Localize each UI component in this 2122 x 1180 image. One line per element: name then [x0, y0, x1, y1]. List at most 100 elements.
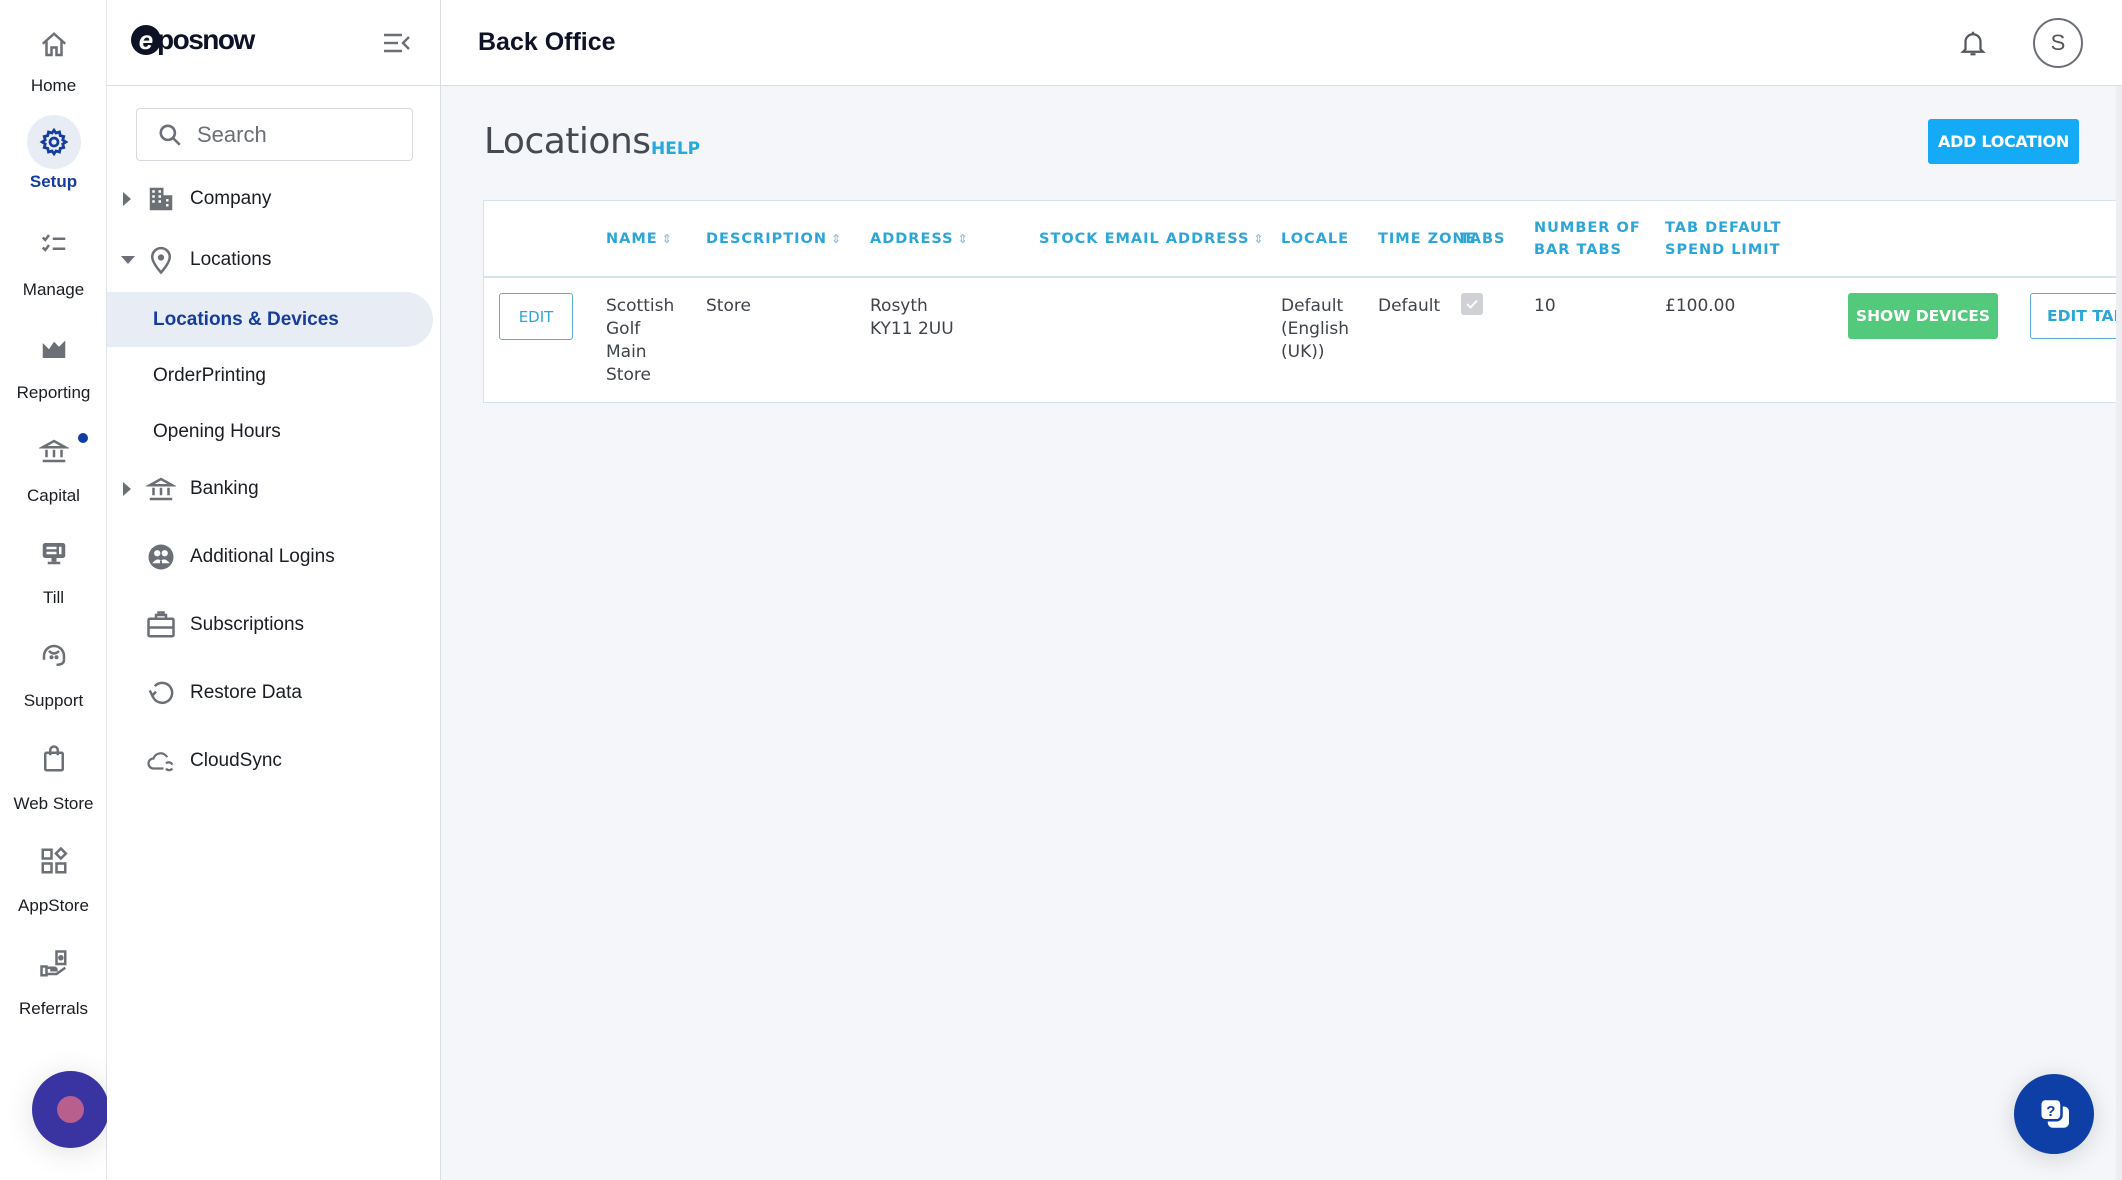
show-devices-button[interactable]: SHOW DEVICES — [1848, 293, 1998, 339]
rail-label: Till — [42, 588, 65, 607]
edit-location-button[interactable]: EDIT — [499, 293, 573, 340]
users-circle-icon — [148, 544, 174, 570]
rail-item-capital[interactable]: Capital — [0, 420, 107, 515]
nav-label: Additional Logins — [190, 546, 335, 567]
sidebar-subitem-opening-hours[interactable]: Opening Hours — [107, 404, 433, 459]
help-chat-icon: ? — [2039, 1097, 2069, 1128]
rail-item-referrals[interactable]: Referrals — [0, 933, 107, 1028]
column-header-stock-email[interactable]: STOCK EMAIL ADDRESS ⇕ — [1039, 228, 1265, 250]
sort-icon: ⇕ — [1253, 232, 1265, 246]
help-link[interactable]: HELP — [651, 139, 700, 159]
shopping-bag-icon — [27, 732, 81, 786]
column-header-name[interactable]: NAME ⇕ — [606, 228, 673, 250]
building-icon — [149, 187, 173, 211]
caret-down-icon[interactable] — [121, 256, 135, 264]
rail-label: Reporting — [16, 383, 91, 402]
rail-item-support[interactable]: Support — [0, 625, 107, 720]
page-scrollbar[interactable] — [2116, 86, 2122, 1180]
checklist-icon — [27, 218, 81, 272]
nav-label: Locations & Devices — [153, 308, 339, 330]
user-avatar[interactable]: S — [2033, 18, 2083, 68]
sort-icon: ⇕ — [957, 232, 969, 246]
cell-locale: Default (English (UK)) — [1281, 296, 1350, 362]
eposnow-logo[interactable]: e posnow — [131, 24, 255, 56]
caret-right-icon[interactable] — [123, 482, 131, 496]
rail-label: Web Store — [13, 794, 94, 813]
sort-icon: ⇕ — [830, 232, 843, 246]
rail-label: Home — [30, 76, 77, 95]
collapse-sidebar-icon[interactable] — [382, 30, 412, 56]
referral-hand-icon — [27, 937, 81, 991]
briefcase-icon — [147, 611, 175, 638]
gear-icon — [26, 115, 81, 169]
rail-item-web-store[interactable]: Web Store — [0, 728, 107, 823]
rail-label: AppStore — [18, 896, 89, 915]
rail-label: Manage — [22, 280, 85, 299]
table-header: NAME ⇕ DESCRIPTION ⇕ ADDRESS ⇕ STOCK EMAIL … — [484, 201, 2122, 278]
sidebar-item-subscriptions[interactable]: Subscriptions — [107, 597, 433, 653]
rail-label: Setup — [29, 172, 78, 191]
nav-label: Banking — [190, 478, 259, 499]
main-content: Locations HELP ADD LOCATION NAME ⇕ DESCRI… — [441, 86, 2122, 1180]
cell-bar-tabs: 10 — [1534, 296, 1556, 316]
locations-table: NAME ⇕ DESCRIPTION ⇕ ADDRESS ⇕ STOCK EMAIL … — [483, 200, 2122, 403]
sidebar-subitem-locations-devices[interactable]: Locations & Devices — [107, 292, 433, 347]
chart-icon — [27, 321, 81, 375]
sidebar-item-additional-logins[interactable]: Additional Logins — [107, 529, 433, 585]
sidebar-item-restore-data[interactable]: Restore Data — [107, 665, 433, 721]
bank-icon — [27, 424, 81, 478]
tabs-checkbox[interactable] — [1461, 293, 1483, 315]
headset-icon — [27, 629, 81, 683]
nav-label: Opening Hours — [153, 420, 281, 442]
rail-item-appstore[interactable]: AppStore — [0, 830, 107, 925]
bank-icon — [146, 477, 176, 501]
sidebar-item-banking[interactable]: Banking — [107, 461, 433, 517]
rail-label: Support — [23, 691, 84, 710]
assistant-launcher-button[interactable] — [32, 1071, 109, 1148]
primary-nav-rail: Home Setup Manage Reporting Capital Till — [0, 0, 109, 1180]
nav-label: Restore Data — [190, 682, 302, 703]
cell-description: Store — [706, 296, 751, 316]
column-header-tabs: TABS — [1460, 231, 1506, 247]
sidebar-search[interactable] — [136, 108, 413, 161]
search-input[interactable] — [197, 121, 397, 148]
app-title: Back Office — [478, 28, 616, 56]
notification-dot — [78, 433, 88, 443]
restore-icon — [148, 681, 174, 705]
rail-item-home[interactable]: Home — [0, 14, 107, 109]
column-header-address[interactable]: ADDRESS ⇕ — [870, 228, 969, 250]
sort-icon: ⇕ — [661, 232, 673, 246]
home-icon — [27, 18, 81, 72]
rail-item-reporting[interactable]: Reporting — [0, 317, 107, 412]
top-header: Back Office S — [441, 0, 2122, 86]
column-header-locale: LOCALE — [1281, 231, 1350, 247]
sidebar-subitem-orderprinting[interactable]: OrderPrinting — [107, 348, 433, 403]
sidebar-item-cloudsync[interactable]: CloudSync — [107, 733, 433, 789]
notifications-bell-icon[interactable] — [1958, 28, 1988, 58]
nav-label: Locations — [190, 249, 272, 270]
apps-icon — [27, 834, 81, 888]
cloud-sync-icon — [147, 752, 174, 772]
rail-label: Referrals — [19, 999, 88, 1018]
sidebar-item-company[interactable]: Company — [107, 171, 433, 227]
check-icon — [1466, 299, 1478, 309]
sidebar-item-locations[interactable]: Locations — [107, 232, 433, 288]
add-location-button[interactable]: ADD LOCATION — [1928, 119, 2079, 164]
nav-label: Subscriptions — [190, 614, 305, 635]
column-header-description[interactable]: DESCRIPTION ⇕ — [706, 228, 842, 250]
logo-text: posnow — [157, 24, 255, 55]
column-header-bar-tabs: NUMBER OF BAR TABS — [1534, 220, 1641, 258]
assistant-dot-icon — [57, 1096, 84, 1123]
cell-address: Rosyth KY11 2UU — [870, 296, 954, 339]
nav-label: OrderPrinting — [153, 364, 266, 386]
rail-item-setup[interactable]: Setup — [0, 111, 107, 206]
rail-item-manage[interactable]: Manage — [0, 214, 107, 309]
cell-spend-limit: £100.00 — [1665, 296, 1736, 316]
rail-item-till[interactable]: Till — [0, 522, 107, 617]
cell-time-zone: Default — [1378, 296, 1441, 316]
edit-table-plan-button[interactable]: EDIT TABLE PLA — [2030, 293, 2122, 339]
column-header-spend-limit: TAB DEFAULT SPEND LIMIT — [1665, 220, 1782, 258]
help-chat-button[interactable]: ? — [2014, 1074, 2094, 1154]
svg-text:?: ? — [2046, 1103, 2055, 1120]
caret-right-icon[interactable] — [123, 192, 131, 206]
